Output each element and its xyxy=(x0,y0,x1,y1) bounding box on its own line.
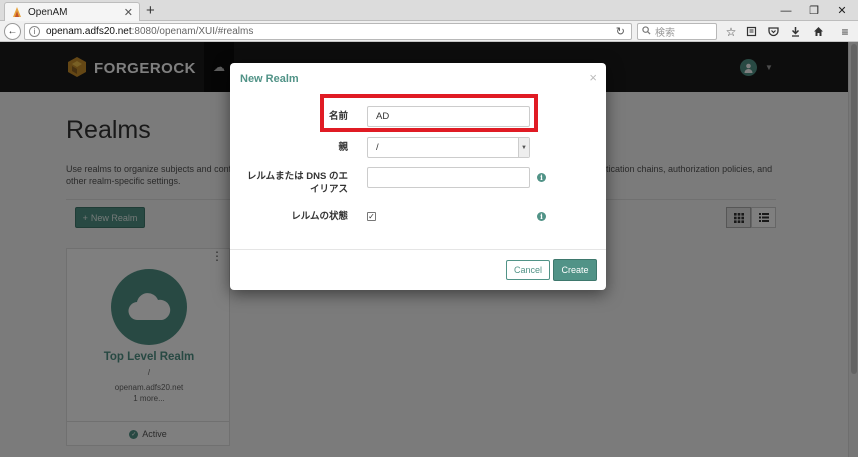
cancel-button[interactable]: Cancel xyxy=(506,260,550,280)
window-close-icon[interactable]: ✕ xyxy=(828,0,856,21)
search-bar[interactable]: 検索 xyxy=(637,23,717,40)
status-label: レルムの状態 xyxy=(291,211,348,222)
info-icon[interactable]: i xyxy=(537,173,546,182)
dialog-divider xyxy=(230,249,606,250)
search-icon xyxy=(642,25,651,38)
parent-label: 親 xyxy=(338,142,348,153)
url-path: :8080/openam/XUI/#realms xyxy=(131,26,254,37)
status-checkbox[interactable]: ✓ xyxy=(367,212,376,221)
new-realm-dialog: New Realm × 名前 AD 親 / ▼ レルムまたは DNS のエ イリ… xyxy=(230,63,606,290)
alias-label-line2: イリアス xyxy=(309,184,348,195)
new-tab-icon[interactable]: + xyxy=(146,1,155,20)
home-icon[interactable] xyxy=(809,23,827,40)
close-icon[interactable]: × xyxy=(589,70,597,85)
back-arrow-icon[interactable]: ← xyxy=(4,23,21,40)
bookmark-star-icon[interactable]: ☆ xyxy=(722,23,740,40)
tab-title: OpenAM xyxy=(28,6,68,18)
browser-tab[interactable]: OpenAM ✕ xyxy=(4,2,140,21)
reading-list-icon[interactable] xyxy=(742,23,760,40)
pocket-icon[interactable] xyxy=(764,23,782,40)
url-host: openam.adfs20.net xyxy=(46,26,132,37)
chevron-down-icon: ▼ xyxy=(518,138,529,157)
highlight-annotation xyxy=(320,94,538,132)
url-bar[interactable]: i openam.adfs20.net:8080/openam/XUI/#rea… xyxy=(24,23,632,40)
reload-icon[interactable]: ↻ xyxy=(616,25,625,38)
parent-value: / xyxy=(376,142,379,153)
site-info-icon[interactable]: i xyxy=(29,26,40,37)
parent-select[interactable]: / ▼ xyxy=(367,137,530,158)
hamburger-menu-icon[interactable]: ≡ xyxy=(836,23,854,40)
browser-tab-bar: OpenAM ✕ + — ❐ ✕ xyxy=(0,0,858,21)
info-icon[interactable]: i xyxy=(537,212,546,221)
create-button[interactable]: Create xyxy=(553,259,597,281)
tab-close-icon[interactable]: ✕ xyxy=(124,6,133,19)
restore-icon[interactable]: ❐ xyxy=(800,0,828,21)
alias-label: レルムまたは DNS のエ イリアス xyxy=(247,170,348,196)
openam-favicon-icon xyxy=(11,6,23,18)
dialog-title: New Realm xyxy=(240,73,299,85)
minimize-icon[interactable]: — xyxy=(772,0,800,21)
download-icon[interactable] xyxy=(786,23,804,40)
search-placeholder: 検索 xyxy=(655,28,675,39)
browser-nav-bar: ← i openam.adfs20.net:8080/openam/XUI/#r… xyxy=(0,21,858,42)
alias-field[interactable] xyxy=(367,167,530,188)
alias-label-line1: レルムまたは DNS のエ xyxy=(246,171,348,182)
